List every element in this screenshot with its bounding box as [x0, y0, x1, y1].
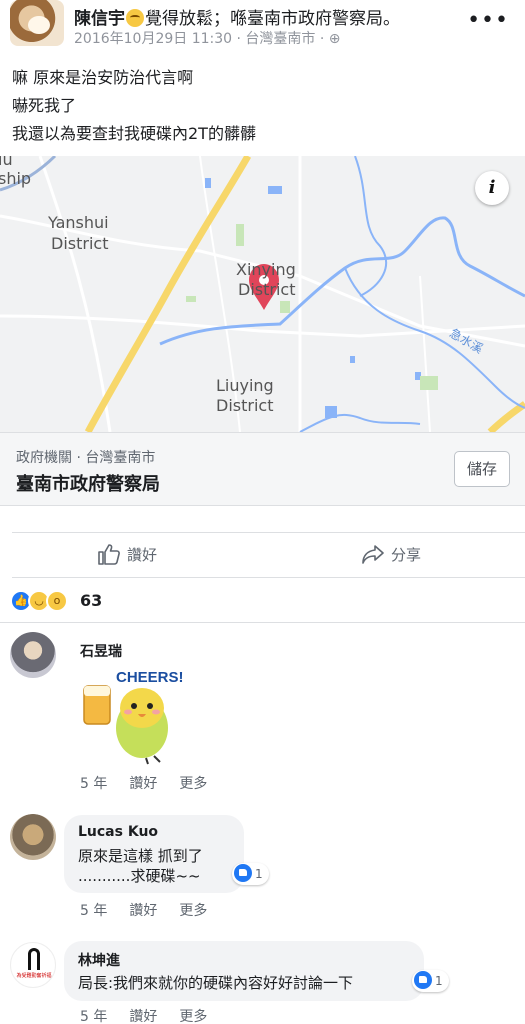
comment-like-link[interactable]: 讚好: [129, 900, 157, 920]
commenter-avatar[interactable]: [10, 632, 56, 678]
sticker-text: CHEERS!: [116, 669, 184, 686]
comment-time[interactable]: 5 年: [80, 900, 107, 920]
divider: [0, 622, 525, 623]
commenter-name[interactable]: 石昱瑞: [80, 641, 122, 661]
author-avatar[interactable]: [10, 0, 64, 46]
thumbs-up-icon: [98, 544, 120, 565]
author-line: 陳信宇 覺得放鬆；喺臺南市政府警察局。: [74, 4, 400, 29]
more-options-icon[interactable]: •••: [467, 10, 509, 32]
relieved-emoji-icon: [126, 9, 144, 27]
post-location[interactable]: 台灣臺南市: [245, 31, 315, 47]
map-info-icon[interactable]: i: [475, 171, 509, 205]
map-label: iu: [0, 156, 13, 169]
save-button[interactable]: 儲存: [454, 451, 510, 487]
activity-text: 覺得放鬆；喺臺南市政府警察局。: [145, 9, 400, 29]
comment-text: 局長:我們來就你的硬碟內容好好討論一下: [78, 974, 354, 992]
map-label: ship: [0, 169, 32, 188]
globe-icon: ⊕: [328, 31, 341, 47]
place-category: 政府機關 · 台灣臺南市: [16, 450, 156, 466]
like-reaction-icon: [414, 971, 432, 989]
post-line: 嚇死我了: [12, 96, 77, 115]
post-actions: 讚好 分享: [12, 532, 525, 578]
commenter-name[interactable]: Lucas Kuo: [78, 824, 158, 840]
post-line: 嘛 原來是治安防治代言啊: [12, 68, 194, 87]
share-label: 分享: [391, 546, 422, 564]
map-label-liuying: District: [216, 396, 274, 415]
post-date[interactable]: 2016年10月29日 11:30: [74, 31, 232, 47]
comment-actions: 5 年 讚好 更多: [80, 900, 229, 920]
like-button[interactable]: 讚好: [97, 533, 157, 579]
comment-like-count: 1: [255, 867, 263, 881]
like-reaction-icon: [234, 864, 252, 882]
like-label: 讚好: [127, 546, 158, 564]
post-line: 我還以為要查封我硬碟內2T的髒髒: [12, 124, 256, 143]
post-header: 陳信宇 覺得放鬆；喺臺南市政府警察局。 2016年10月29日 11:30 · 台…: [0, 0, 525, 56]
map-label-xinying: District: [238, 280, 296, 299]
commenter-name[interactable]: 林坤進: [78, 950, 120, 970]
comment-like-link[interactable]: 讚好: [129, 773, 157, 793]
comment-bubble: Lucas Kuo 原來是這樣 抓到了 ...........求硬碟~~: [64, 815, 244, 893]
comment-text: ...........求硬碟~~: [78, 867, 201, 885]
author-name[interactable]: 陳信宇: [74, 9, 125, 29]
place-name[interactable]: 臺南市政府警察局: [16, 470, 160, 496]
comment-more-link[interactable]: 更多: [179, 1006, 207, 1024]
map-label-yanshui: Yanshui: [48, 213, 109, 232]
post-text: 嘛 原來是治安防治代言啊 嚇死我了 我還以為要查封我硬碟內2T的髒髒: [12, 64, 256, 148]
avatar-caption: 為受難勤奮祈福: [16, 973, 52, 979]
post-meta: 2016年10月29日 11:30 · 台灣臺南市 · ⊕: [74, 31, 341, 47]
cheers-bird-sticker: CHEERS!: [83, 669, 184, 765]
comment-like-badge[interactable]: 1: [412, 970, 449, 992]
black-ribbon-icon: [28, 948, 40, 970]
comment-bubble: 林坤進 局長:我們來就你的硬碟內容好好討論一下: [64, 941, 424, 1001]
comment-actions: 5 年 讚好 更多: [80, 773, 229, 793]
comment-like-badge[interactable]: 1: [232, 863, 269, 885]
commenter-avatar[interactable]: [10, 814, 56, 860]
share-arrow-icon: [362, 545, 384, 564]
map-label-xinying: Xinying: [236, 260, 296, 279]
comment-more-link[interactable]: 更多: [179, 773, 207, 793]
comment-text: 原來是這樣 抓到了: [78, 847, 203, 865]
commenter-avatar[interactable]: 為受難勤奮祈福: [10, 942, 56, 988]
comment-actions: 5 年 讚好 更多: [80, 1006, 229, 1024]
location-map[interactable]: iu ship Yanshui District Xinying Distric…: [0, 156, 525, 432]
wow-reaction-icon: o: [46, 590, 68, 612]
place-card[interactable]: 政府機關 · 台灣臺南市 臺南市政府警察局 儲存: [0, 432, 525, 506]
map-label-liuying: Liuying: [216, 376, 274, 395]
share-button[interactable]: 分享: [361, 533, 421, 579]
map-label-yanshui: District: [51, 234, 109, 253]
comment-more-link[interactable]: 更多: [179, 900, 207, 920]
comment-time[interactable]: 5 年: [80, 1006, 107, 1024]
reaction-count: 63: [80, 591, 103, 610]
comment-like-count: 1: [435, 974, 443, 988]
comment-like-link[interactable]: 讚好: [129, 1006, 157, 1024]
comment-time[interactable]: 5 年: [80, 773, 107, 793]
